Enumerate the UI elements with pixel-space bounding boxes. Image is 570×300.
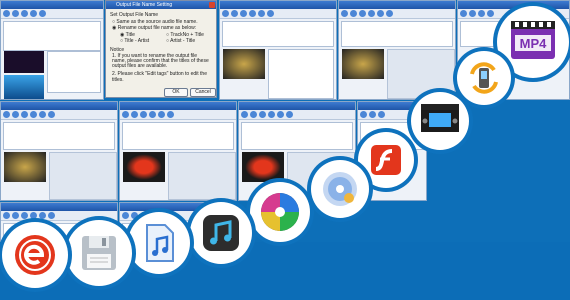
app-window-1 (0, 0, 104, 100)
app-window-2 (219, 0, 337, 100)
red-e-logo-icon[interactable] (2, 222, 68, 288)
choice-title-artist[interactable]: Title - Artist (124, 38, 149, 44)
app-window-5 (0, 101, 118, 201)
dialog-title: Output File Name Setting (116, 2, 173, 8)
mp4-label: MP4 (520, 36, 548, 51)
psp-video-icon[interactable] (411, 92, 469, 150)
choice-artist-title[interactable]: Artist - Title (170, 38, 195, 44)
notice-1: 1. If you want to rename the output file… (112, 53, 209, 69)
output-file-name-dialog: Output File Name Setting Set Output File… (105, 0, 217, 98)
cancel-button[interactable]: Cancel (190, 88, 216, 97)
floppy-disk-icon[interactable] (66, 220, 132, 286)
ok-button[interactable]: OK (164, 88, 188, 97)
audio-file-icon[interactable] (128, 212, 190, 274)
notice-2: 2. Please click "Edit tags" button to ed… (112, 71, 207, 83)
app-window-6 (119, 101, 237, 201)
itunes-music-icon[interactable] (190, 202, 252, 264)
option-rename[interactable]: Rename output file name as below: (118, 25, 196, 31)
dvd-disc-icon[interactable] (311, 160, 369, 218)
dialog-subtitle: Set Output File Name (110, 12, 159, 18)
mobile-phone-convert-icon[interactable] (457, 51, 511, 105)
colorful-media-disc-icon[interactable] (250, 182, 310, 242)
app-window-3 (338, 0, 456, 100)
close-icon[interactable] (209, 2, 215, 8)
